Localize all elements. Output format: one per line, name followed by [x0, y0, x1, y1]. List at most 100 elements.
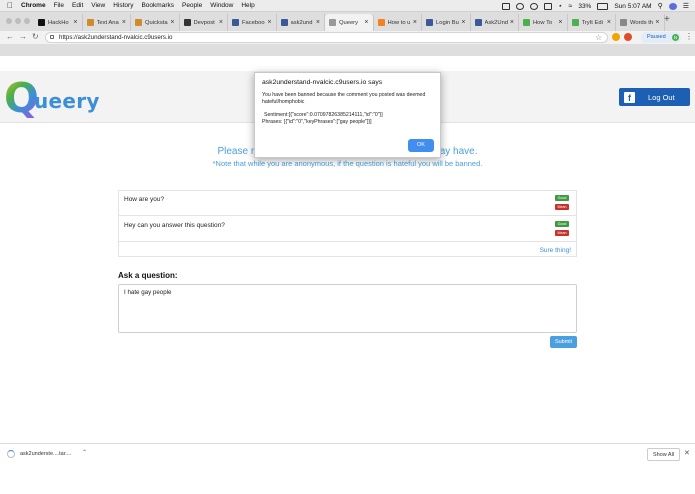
tab-3[interactable]: Devpost ×	[180, 14, 228, 31]
tab-close-icon[interactable]: ×	[219, 19, 223, 26]
menu-edit[interactable]: Edit	[72, 2, 83, 9]
facebook-icon: f	[624, 91, 635, 103]
question-text[interactable]: How are you?	[124, 196, 164, 203]
alert-dialog: ask2understand-nvalcic.c9users.io says Y…	[254, 72, 441, 158]
profile-status: Paused	[647, 34, 666, 40]
tab-close-icon[interactable]: ×	[461, 19, 465, 26]
window-close-button[interactable]	[6, 18, 12, 24]
tab-close-icon[interactable]: ×	[316, 19, 320, 26]
tab-close-icon[interactable]: ×	[510, 19, 514, 26]
new-tab-button[interactable]: +	[664, 14, 670, 25]
bookmark-star-icon[interactable]: ☆	[595, 33, 602, 42]
anonymity-note: *Note that while you are anonymous, if t…	[212, 159, 483, 168]
wifi-icon[interactable]: ≈	[568, 3, 572, 10]
tab-0[interactable]: HackHo ×	[34, 14, 83, 31]
tab-favicon-icon	[135, 19, 142, 26]
question-text[interactable]: Hey can you answer this question?	[124, 222, 225, 229]
chevron-up-icon[interactable]: ⌃	[82, 449, 87, 456]
mean-button[interactable]: Mean	[555, 230, 569, 236]
tab-label: ask2und	[290, 19, 313, 26]
tab-4[interactable]: Faceboo ×	[228, 14, 277, 31]
tab-9[interactable]: Ask2Und ×	[471, 14, 519, 31]
status-time-machine-icon[interactable]	[530, 2, 539, 10]
logout-label: Log Out	[648, 92, 675, 102]
notification-center-icon[interactable]: ☰	[683, 2, 689, 10]
download-filename[interactable]: ask2underste....tar....	[20, 451, 71, 457]
logo-text: ueery	[34, 89, 100, 113]
window-zoom-button[interactable]	[24, 18, 30, 24]
tab-label: TryIt Edi	[581, 19, 603, 26]
tab-1[interactable]: Text Ana ×	[83, 14, 131, 31]
tab-5[interactable]: ask2und ×	[277, 14, 325, 31]
apple-menu-icon[interactable]: 	[7, 1, 13, 10]
tab-close-icon[interactable]: ×	[558, 19, 562, 26]
answer-link[interactable]: Sure thing!	[540, 247, 571, 254]
close-icon[interactable]: ✕	[684, 449, 690, 457]
tab-close-icon[interactable]: ×	[607, 19, 611, 26]
mean-button[interactable]: Mean	[555, 204, 569, 210]
reload-button[interactable]: ↻	[32, 32, 39, 41]
address-bar[interactable]: https://ask2understand-nvalcic.c9users.i…	[45, 32, 608, 43]
tab-label: Devpost	[193, 19, 215, 26]
forward-button[interactable]: →	[19, 32, 27, 41]
window-minimize-button[interactable]	[15, 18, 21, 24]
tab-10[interactable]: How To ×	[519, 14, 568, 31]
tab-11[interactable]: TryIt Edi ×	[568, 14, 616, 31]
queery-logo[interactable]: Q ueery	[4, 76, 99, 120]
tab-favicon-icon	[523, 19, 530, 26]
battery-icon[interactable]	[597, 2, 609, 10]
tab-close-icon[interactable]: ×	[413, 19, 417, 26]
tab-label: Ask2Und	[484, 19, 509, 26]
profile-button[interactable]: Paused N	[641, 32, 681, 43]
airplay-icon[interactable]	[544, 2, 553, 10]
logout-button[interactable]: f Log Out	[619, 88, 690, 106]
dialog-title: ask2understand-nvalcic.c9users.io says	[262, 79, 383, 86]
show-all-button[interactable]: Show All	[647, 448, 680, 461]
address-toolbar: ← → ↻ https://ask2understand-nvalcic.c9u…	[0, 31, 695, 44]
tab-close-icon[interactable]: ×	[122, 19, 126, 26]
back-button[interactable]: ←	[6, 32, 14, 41]
lock-icon[interactable]	[50, 35, 54, 39]
tab-label: How to u	[387, 19, 411, 26]
menu-people[interactable]: People	[182, 2, 202, 9]
tab-2[interactable]: Quicksta ×	[131, 14, 180, 31]
menu-file[interactable]: File	[54, 2, 64, 9]
download-progress-icon	[7, 450, 15, 458]
clock[interactable]: Sun 5:07 AM	[614, 3, 651, 10]
tab-favicon-icon	[377, 19, 385, 26]
menu-view[interactable]: View	[91, 2, 105, 9]
status-sync-icon[interactable]	[516, 2, 525, 10]
browser-menu-icon[interactable]: ⋮	[685, 32, 693, 41]
menu-history[interactable]: History	[113, 2, 133, 9]
tab-8[interactable]: Login Bu ×	[422, 14, 471, 31]
extension-icon[interactable]	[612, 33, 620, 41]
tab-12[interactable]: Words th ×	[616, 14, 665, 31]
spotlight-search-icon[interactable]: ⚲	[658, 2, 663, 10]
tab-close-icon[interactable]: ×	[170, 19, 174, 26]
good-button[interactable]: Good	[555, 221, 569, 227]
tab-close-icon[interactable]: ×	[655, 19, 659, 26]
tab-7[interactable]: How to u ×	[374, 14, 422, 31]
status-app-icon[interactable]	[502, 2, 511, 10]
ok-button[interactable]: OK	[408, 139, 434, 152]
bluetooth-icon[interactable]: ⋆	[558, 2, 562, 10]
submit-button[interactable]: Submit	[550, 336, 577, 348]
dialog-message: You have been banned because the comment…	[262, 92, 434, 125]
good-button[interactable]: Good	[555, 195, 569, 201]
tab-close-icon[interactable]: ×	[364, 19, 368, 26]
menu-window[interactable]: Window	[210, 2, 233, 9]
tab-favicon-icon	[280, 19, 288, 26]
question-list: How are you? Good Mean Hey can you answe…	[118, 190, 577, 257]
macos-menu-bar:  Chrome File Edit View History Bookmark…	[0, 0, 695, 12]
menu-bookmarks[interactable]: Bookmarks	[141, 2, 174, 9]
menu-help[interactable]: Help	[241, 2, 254, 9]
tab-6[interactable]: Queery ×	[325, 14, 374, 31]
question-input[interactable]	[118, 284, 577, 333]
tab-label: Faceboo	[242, 19, 265, 26]
list-item: How are you? Good Mean	[119, 191, 576, 216]
extension-icon-2[interactable]	[624, 33, 632, 41]
tab-close-icon[interactable]: ×	[267, 19, 271, 26]
tab-close-icon[interactable]: ×	[73, 19, 77, 26]
siri-icon[interactable]	[668, 2, 677, 10]
menu-app-name[interactable]: Chrome	[21, 2, 46, 9]
